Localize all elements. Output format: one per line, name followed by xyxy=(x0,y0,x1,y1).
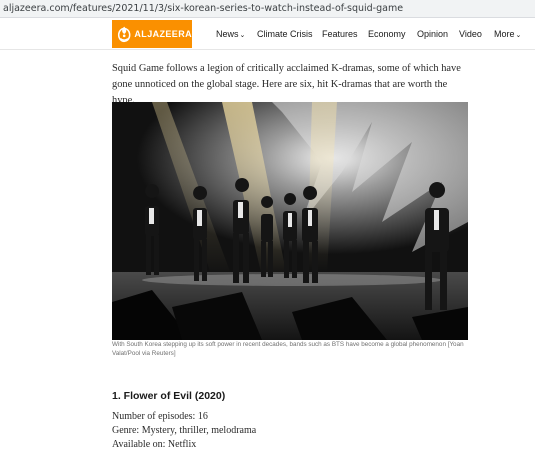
nav-more[interactable]: More⌄ xyxy=(494,18,521,50)
nav-label: Opinion xyxy=(417,29,449,39)
site-header: ALJAZEERA News⌄ Climate Crisis Features … xyxy=(0,18,535,50)
address-bar[interactable]: aljazeera.com/features/2021/11/3/six-kor… xyxy=(0,0,535,18)
nav-features[interactable]: Features xyxy=(322,18,358,50)
nav-label: Climate Crisis xyxy=(257,29,313,39)
nav-economy[interactable]: Economy xyxy=(368,18,406,50)
section-title: 1. Flower of Evil (2020) xyxy=(112,390,226,402)
nav-video[interactable]: Video xyxy=(459,18,482,50)
photo-caption: With South Korea stepping up its soft po… xyxy=(112,341,464,357)
nav-label: Economy xyxy=(368,29,406,39)
availability-text: Available on: Netflix xyxy=(112,439,197,450)
nav-opinion[interactable]: Opinion xyxy=(417,18,448,50)
aljazeera-logo[interactable]: ALJAZEERA xyxy=(112,20,192,48)
nav-label: Video xyxy=(459,29,482,39)
nav-climate-crisis[interactable]: Climate Crisis xyxy=(257,18,313,50)
nav-label: News xyxy=(216,29,239,39)
nav-news[interactable]: News⌄ xyxy=(216,18,245,50)
nav-label: More xyxy=(494,29,515,39)
url-text: aljazeera.com/features/2021/11/3/six-kor… xyxy=(3,3,404,14)
episodes-text: Number of episodes: 16 xyxy=(112,411,208,422)
genre-text: Genre: Mystery, thriller, melodrama xyxy=(112,425,257,436)
chevron-down-icon: ⌄ xyxy=(515,32,522,39)
article-photo xyxy=(112,102,468,340)
concert-stage-image xyxy=(112,102,468,340)
nav-label: Features xyxy=(322,29,358,39)
chevron-down-icon: ⌄ xyxy=(239,32,246,39)
aljazeera-logo-icon xyxy=(117,26,131,43)
logo-text: ALJAZEERA xyxy=(134,29,192,39)
